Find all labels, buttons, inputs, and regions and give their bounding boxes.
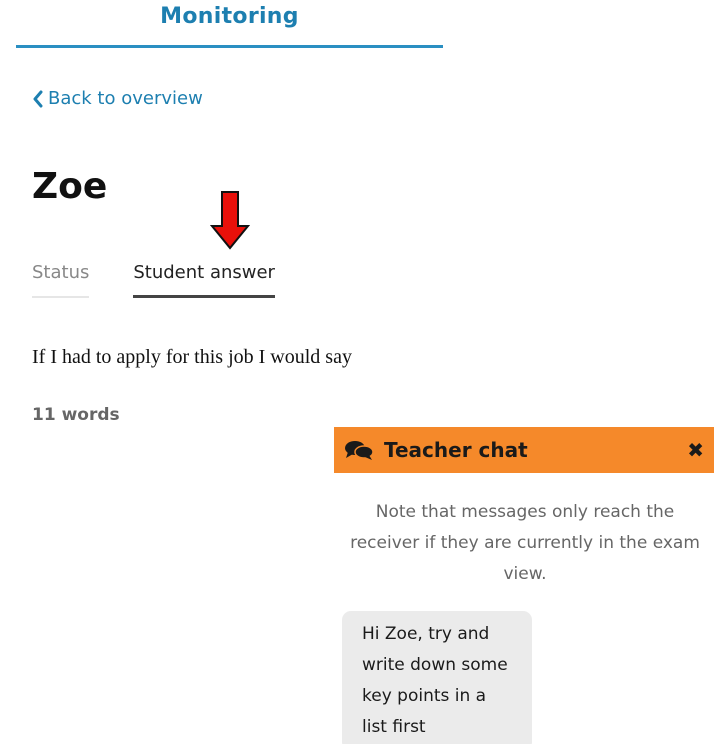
chat-title: Teacher chat xyxy=(384,438,528,462)
back-to-overview-link[interactable]: Back to overview xyxy=(32,88,203,109)
chat-message-bubble: Hi Zoe, try and write down some key poin… xyxy=(342,611,532,744)
student-tabs: Status Student answer xyxy=(32,262,275,298)
student-answer-text: If I had to apply for this job I would s… xyxy=(32,346,352,368)
down-arrow-icon xyxy=(209,190,251,255)
header-divider xyxy=(16,45,443,48)
tab-student-answer[interactable]: Student answer xyxy=(133,262,275,298)
teacher-chat-panel: Teacher chat ✖ Note that messages only r… xyxy=(334,427,714,744)
student-name: Zoe xyxy=(32,166,108,207)
chat-header: Teacher chat ✖ xyxy=(334,427,714,473)
back-link-label: Back to overview xyxy=(48,88,203,109)
tab-status[interactable]: Status xyxy=(32,262,90,298)
chevron-left-icon xyxy=(32,90,44,108)
page-header-title: Monitoring xyxy=(160,4,299,29)
chat-delivery-note: Note that messages only reach the receiv… xyxy=(350,502,700,584)
word-count: 11 words xyxy=(32,405,120,425)
close-chat-button[interactable]: ✖ xyxy=(687,440,704,460)
monitoring-page: Monitoring Back to overview Zoe Status S… xyxy=(0,0,714,744)
comments-icon xyxy=(344,439,374,461)
